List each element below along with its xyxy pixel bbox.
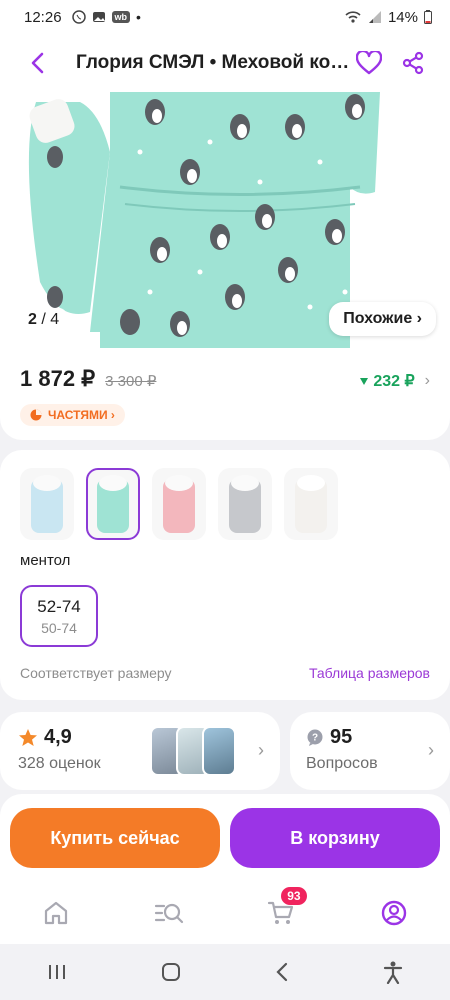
price-card: 1 872 ₽ 3 300 ₽ 232 ₽ › ЧАСТЯМИ › (0, 348, 450, 440)
cart-badge: 93 (281, 887, 307, 905)
profile-icon (381, 900, 406, 926)
system-nav-bar (0, 944, 450, 1000)
share-button[interactable] (396, 46, 430, 80)
bottom-tab-bar: 93 (0, 882, 450, 944)
size-table-link[interactable]: Таблица размеров (309, 665, 430, 681)
chevron-left-icon (31, 52, 44, 74)
buy-now-button[interactable]: Купить сейчас (10, 808, 220, 868)
tab-profile[interactable] (374, 893, 414, 933)
product-gallery[interactable]: 2 / 4 Похожие › (0, 92, 450, 348)
current-price: 1 872 ₽ (20, 366, 96, 391)
recent-apps-icon[interactable] (46, 962, 68, 982)
app-header: Глория СМЭЛ • Меховой конверт (0, 34, 450, 92)
review-photo (202, 726, 236, 776)
gallery-counter-current: 2 (28, 311, 37, 328)
gallery-counter-total: / 4 (41, 311, 60, 328)
viber-icon (71, 10, 86, 24)
size-sub: 50-74 (41, 619, 77, 636)
back-nav-icon[interactable] (274, 961, 290, 983)
status-time: 12:26 (24, 8, 62, 26)
questions-count: 95 (330, 726, 353, 748)
color-swatch-white[interactable] (284, 468, 338, 540)
heart-icon (356, 51, 382, 75)
page-title: Глория СМЭЛ • Меховой конверт (76, 52, 352, 73)
catalog-search-icon (154, 903, 183, 924)
questions-card[interactable]: ? 95 Вопросов › (290, 712, 450, 790)
questions-label: Вопросов (306, 755, 378, 772)
chevron-right-icon: › (424, 372, 430, 389)
share-icon (402, 51, 424, 75)
action-bar: Купить сейчас В корзину (0, 794, 450, 882)
chevron-right-icon: › (428, 740, 434, 760)
cashback-button[interactable]: 232 ₽ › (359, 371, 430, 391)
size-option[interactable]: 52-74 50-74 (20, 585, 98, 647)
old-price: 3 300 ₽ (105, 373, 157, 390)
review-photos (150, 726, 236, 776)
swatch-image (31, 475, 63, 533)
accessibility-icon[interactable] (382, 960, 404, 984)
cashback-amount: 232 ₽ (373, 373, 415, 390)
similar-button[interactable]: Похожие › (329, 302, 436, 336)
chevron-right-icon: › (258, 740, 264, 760)
swatch-image (97, 475, 129, 533)
gallery-counter: 2 / 4 (20, 308, 68, 332)
tab-catalog[interactable] (149, 893, 189, 933)
status-bar: 12:26 wb • 14% (0, 0, 450, 34)
wifi-icon (345, 11, 361, 23)
back-button[interactable] (20, 46, 54, 80)
swatch-image (295, 475, 327, 533)
signal-icon (368, 11, 381, 23)
rating-value: 4,9 (44, 726, 72, 748)
swatch-image (229, 475, 261, 533)
installments-button[interactable]: ЧАСТЯМИ › (20, 404, 125, 426)
variant-card: ментол 52-74 50-74 Соответствует размеру… (0, 450, 450, 700)
home-button-icon[interactable] (160, 961, 182, 983)
size-main: 52-74 (37, 596, 81, 616)
dot-icon: • (136, 9, 141, 25)
star-icon (19, 728, 37, 746)
add-to-cart-button[interactable]: В корзину (230, 808, 440, 868)
pie-icon (30, 409, 42, 421)
battery-icon (424, 10, 432, 24)
gallery-icon (92, 12, 105, 22)
battery-level: 14% (387, 8, 418, 26)
svg-text:?: ? (312, 732, 318, 743)
color-swatch-grey[interactable] (218, 468, 272, 540)
tab-cart[interactable]: 93 (261, 887, 307, 933)
color-swatch-mint[interactable] (86, 468, 140, 540)
tab-home[interactable] (36, 893, 76, 933)
color-swatches (20, 468, 430, 540)
size-fit-text: Соответствует размеру (20, 665, 172, 681)
reviews-card[interactable]: 4,9 328 оценок › (0, 712, 280, 790)
color-swatch-blue[interactable] (20, 468, 74, 540)
status-notification-icons: wb • (71, 9, 141, 25)
selected-color-name: ментол (20, 552, 71, 569)
color-swatch-pink[interactable] (152, 468, 206, 540)
wb-app-icon: wb (111, 11, 131, 23)
swatch-image (163, 475, 195, 533)
installments-label: ЧАСТЯМИ › (48, 408, 115, 422)
home-icon (45, 901, 68, 925)
favorite-button[interactable] (352, 46, 386, 80)
question-bubble-icon: ? (307, 729, 323, 746)
arrow-down-icon (360, 378, 369, 385)
